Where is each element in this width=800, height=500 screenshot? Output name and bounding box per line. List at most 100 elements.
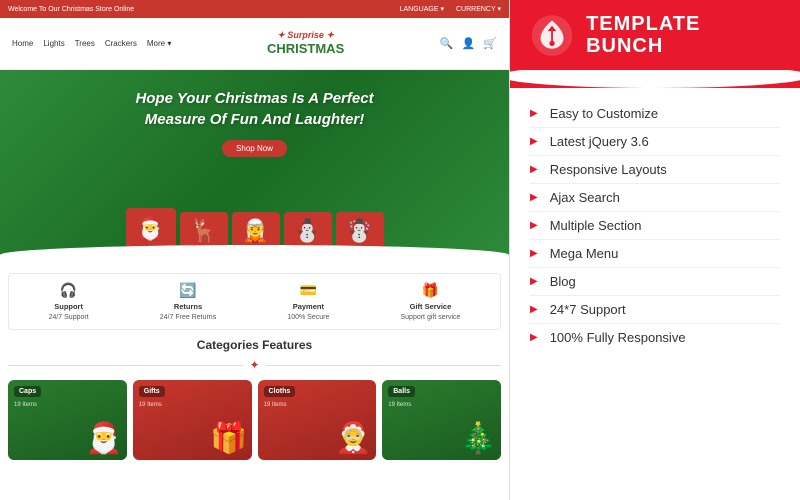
feature-row-multiple: ▶ Multiple Section bbox=[530, 212, 780, 240]
categories-grid: Caps 19 Items 🎅 Gifts 19 Items 🎁 Cloths … bbox=[8, 380, 501, 460]
snowman2-character: ☃️ bbox=[346, 220, 373, 242]
elf-character: 🧝 bbox=[242, 220, 269, 242]
site-topbar: Welcome To Our Christmas Store Online LA… bbox=[0, 0, 509, 18]
cart-icon: 🛒 bbox=[483, 37, 497, 50]
hero-line1: Hope Your Christmas Is A Perfect bbox=[135, 88, 373, 109]
feature-mega-menu: Mega Menu bbox=[550, 246, 619, 261]
caps-count: 19 Items bbox=[14, 402, 37, 408]
cloths-emoji: 🤶 bbox=[335, 421, 372, 456]
reindeer-character: 🦌 bbox=[190, 220, 217, 242]
feature-returns: 🔄 Returns 24/7 Free Returns bbox=[160, 282, 216, 321]
gift-sub: Support gift service bbox=[400, 314, 460, 321]
topbar-welcome: Welcome To Our Christmas Store Online bbox=[8, 6, 134, 13]
arrow-icon-9: ▶ bbox=[530, 332, 538, 343]
feature-blog: Blog bbox=[550, 274, 576, 289]
returns-icon: 🔄 bbox=[179, 282, 196, 299]
caps-emoji: 🎅 bbox=[85, 421, 122, 456]
balls-label: Balls bbox=[388, 386, 415, 397]
cloths-label: Cloths bbox=[264, 386, 296, 397]
arrow-icon-8: ▶ bbox=[530, 304, 538, 315]
gift-icon: 🎁 bbox=[422, 282, 439, 299]
arrow-icon-2: ▶ bbox=[530, 136, 538, 147]
feature-jquery: Latest jQuery 3.6 bbox=[550, 134, 649, 149]
website-preview: Welcome To Our Christmas Store Online LA… bbox=[0, 0, 510, 500]
balls-emoji: 🎄 bbox=[460, 421, 497, 456]
account-icon: 👤 bbox=[462, 37, 476, 50]
divider-icon: ✦ bbox=[249, 358, 259, 372]
topbar-currency: CURRENCY ▾ bbox=[456, 5, 501, 13]
logo-top: ✦ Surprise ✦ bbox=[277, 30, 334, 40]
categories-divider: ✦ bbox=[8, 358, 501, 372]
arrow-icon-5: ▶ bbox=[530, 220, 538, 231]
feature-payment: 💳 Payment 100% Secure bbox=[287, 282, 329, 321]
categories-section: Categories Features ✦ Caps 19 Items 🎅 Gi… bbox=[0, 338, 509, 468]
caps-label: Caps bbox=[14, 386, 41, 397]
feature-row-blog: ▶ Blog bbox=[530, 268, 780, 296]
arrow-icon-3: ▶ bbox=[530, 164, 538, 175]
info-panel: TEMPLATE BUNCH ▶ Easy to Customize ▶ Lat… bbox=[510, 0, 800, 500]
categories-title: Categories Features bbox=[8, 338, 501, 352]
features-list: ▶ Easy to Customize ▶ Latest jQuery 3.6 … bbox=[510, 88, 800, 500]
support-icon: 🎧 bbox=[60, 282, 77, 299]
santa-character: 🎅 bbox=[137, 218, 164, 240]
gifts-count: 19 Items bbox=[139, 402, 162, 408]
returns-sub: 24/7 Free Returns bbox=[160, 314, 216, 321]
feature-fully-responsive: 100% Fully Responsive bbox=[550, 330, 686, 345]
arrow-icon-6: ▶ bbox=[530, 248, 538, 259]
category-gifts: Gifts 19 Items 🎁 bbox=[133, 380, 252, 460]
cloths-count: 19 Items bbox=[264, 402, 287, 408]
arrow-icon-4: ▶ bbox=[530, 192, 538, 203]
feature-row-jquery: ▶ Latest jQuery 3.6 bbox=[530, 128, 780, 156]
balls-count: 19 Items bbox=[388, 402, 411, 408]
arrow-icon-1: ▶ bbox=[530, 108, 538, 119]
gifts-label: Gifts bbox=[139, 386, 165, 397]
feature-row-customize: ▶ Easy to Customize bbox=[530, 100, 780, 128]
logo-template: TEMPLATE bbox=[586, 13, 700, 35]
feature-support: 🎧 Support 24/7 Support bbox=[49, 282, 89, 321]
returns-title: Returns bbox=[174, 302, 202, 311]
logo-main: CHRISTMAS bbox=[267, 41, 344, 57]
hero-line2: Measure Of Fun And Laughter! bbox=[135, 109, 373, 130]
template-bunch-logo-text: TEMPLATE BUNCH bbox=[586, 13, 780, 57]
category-balls: Balls 19 Items 🎄 bbox=[382, 380, 501, 460]
nav-link-more: More ▾ bbox=[147, 39, 171, 48]
feature-multiple-section: Multiple Section bbox=[550, 218, 642, 233]
payment-sub: 100% Secure bbox=[287, 314, 329, 321]
search-icon: 🔍 bbox=[440, 37, 454, 50]
payment-title: Payment bbox=[293, 302, 324, 311]
topbar-language: LANGUAGE ▾ bbox=[400, 5, 444, 13]
gifts-emoji: 🎁 bbox=[210, 421, 247, 456]
template-bunch-header: TEMPLATE BUNCH bbox=[510, 0, 800, 70]
category-cloths: Cloths 19 Items 🤶 bbox=[258, 380, 377, 460]
hero-illustration: 🎅 🦌 🧝 ⛄ ☃️ bbox=[0, 155, 509, 265]
feature-row-support: ▶ 24*7 Support bbox=[530, 296, 780, 324]
feature-support-247: 24*7 Support bbox=[550, 302, 626, 317]
snowman-character: ⛄ bbox=[294, 220, 321, 242]
nav-links: Home Lights Trees Crackers More ▾ bbox=[12, 39, 171, 48]
hero-text: Hope Your Christmas Is A Perfect Measure… bbox=[135, 88, 373, 130]
gift-title: Gift Service bbox=[410, 302, 452, 311]
template-bunch-logo-icon bbox=[530, 13, 574, 58]
site-navbar: Home Lights Trees Crackers More ▾ ✦ Surp… bbox=[0, 18, 509, 70]
features-bar: 🎧 Support 24/7 Support 🔄 Returns 24/7 Fr… bbox=[8, 273, 501, 330]
feature-ajax: Ajax Search bbox=[550, 190, 620, 205]
train-car-1: 🎅 bbox=[126, 208, 176, 250]
feature-responsive-layouts: Responsive Layouts bbox=[550, 162, 667, 177]
support-sub: 24/7 Support bbox=[49, 314, 89, 321]
nav-link-lights: Lights bbox=[43, 39, 64, 48]
nav-link-home: Home bbox=[12, 39, 33, 48]
hero-section: Hope Your Christmas Is A Perfect Measure… bbox=[0, 70, 509, 265]
nav-link-trees: Trees bbox=[75, 39, 95, 48]
train-car-5: ☃️ bbox=[336, 212, 384, 250]
nav-icons: 🔍 👤 🛒 bbox=[440, 37, 497, 50]
category-caps: Caps 19 Items 🎅 bbox=[8, 380, 127, 460]
support-title: Support bbox=[54, 302, 83, 311]
feature-row-responsive: ▶ Responsive Layouts bbox=[530, 156, 780, 184]
wavy-divider bbox=[510, 70, 800, 88]
feature-gift: 🎁 Gift Service Support gift service bbox=[400, 282, 460, 321]
feature-row-mega: ▶ Mega Menu bbox=[530, 240, 780, 268]
feature-row-ajax: ▶ Ajax Search bbox=[530, 184, 780, 212]
shop-now-button[interactable]: Shop Now bbox=[222, 140, 287, 157]
payment-icon: 💳 bbox=[300, 282, 317, 299]
nav-link-crackers: Crackers bbox=[105, 39, 137, 48]
